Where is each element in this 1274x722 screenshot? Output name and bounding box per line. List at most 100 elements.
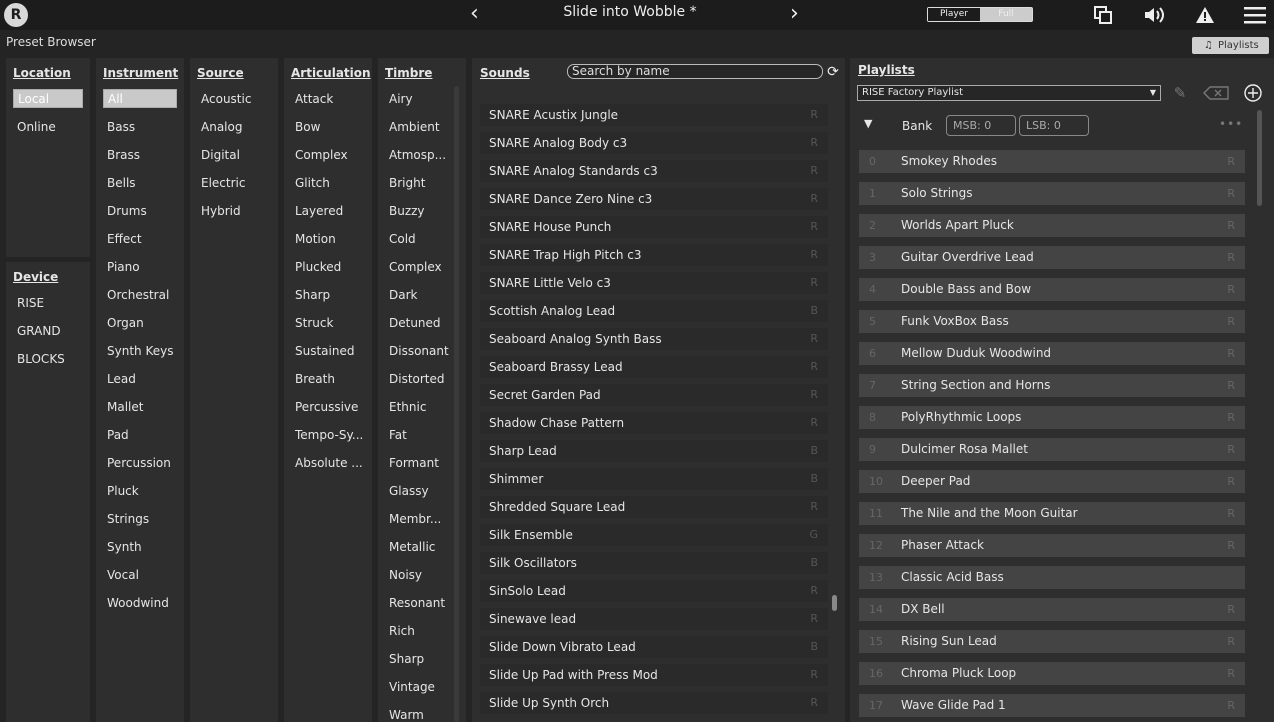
playlist-dropdown[interactable]: RISE Factory Playlist ▼	[857, 85, 1161, 101]
articulation-item[interactable]: Attack	[295, 92, 333, 106]
articulation-item[interactable]: Struck	[295, 316, 333, 330]
timbre-item[interactable]: Glassy	[389, 484, 429, 498]
sound-row[interactable]: Scottish Analog Lead B	[480, 300, 828, 322]
sound-row[interactable]: Sharp Lead B	[480, 440, 828, 462]
source-item[interactable]: Digital	[201, 148, 240, 162]
articulation-item[interactable]: Tempo-Sy...	[295, 428, 363, 442]
timbre-item[interactable]: Detuned	[389, 316, 441, 330]
timbre-item[interactable]: Ambient	[389, 120, 440, 134]
instrument-item[interactable]: Pad	[107, 428, 129, 442]
articulation-item[interactable]: Complex	[295, 148, 348, 162]
msb-field[interactable]: MSB: 0	[946, 115, 1016, 136]
playlists-button[interactable]: ♫ Playlists	[1192, 37, 1269, 54]
articulation-item[interactable]: Bow	[295, 120, 320, 134]
instrument-item[interactable]: Woodwind	[107, 596, 169, 610]
sound-row[interactable]: Slide Up Pad with Press Mod R	[480, 664, 828, 686]
articulation-item[interactable]: Motion	[295, 232, 336, 246]
playlist-row[interactable]: 7 String Section and Horns R	[859, 374, 1245, 397]
lsb-field[interactable]: LSB: 0	[1019, 115, 1089, 136]
warning-icon[interactable]	[1193, 3, 1217, 27]
articulation-item[interactable]: Absolute ...	[295, 456, 363, 470]
playlist-row[interactable]: 11 The Nile and the Moon Guitar R	[859, 502, 1245, 525]
pencil-icon[interactable]: ✎	[1170, 83, 1190, 103]
sound-row[interactable]: Shredded Square Lead R	[480, 496, 828, 518]
articulation-item[interactable]: Plucked	[295, 260, 341, 274]
triangle-down-icon[interactable]: ▼	[864, 117, 872, 130]
sound-row[interactable]: Silk Oscillators B	[480, 552, 828, 574]
playlist-row[interactable]: 3 Guitar Overdrive Lead R	[859, 246, 1245, 269]
playlist-row[interactable]: 9 Dulcimer Rosa Mallet R	[859, 438, 1245, 461]
instrument-item[interactable]: Orchestral	[107, 288, 169, 302]
timbre-item[interactable]: Noisy	[389, 568, 422, 582]
timbre-item[interactable]: Metallic	[389, 540, 435, 554]
timbre-item[interactable]: Complex	[389, 260, 442, 274]
timbre-item[interactable]: Vintage	[389, 680, 435, 694]
instrument-item[interactable]: Bass	[107, 120, 135, 134]
instrument-item[interactable]: Drums	[107, 204, 147, 218]
sound-row[interactable]: SNARE House Punch R	[480, 216, 828, 238]
sound-row[interactable]: SNARE Analog Body c3 R	[480, 132, 828, 154]
playlist-row[interactable]: 2 Worlds Apart Pluck R	[859, 214, 1245, 237]
playlist-row[interactable]: 5 Funk VoxBox Bass R	[859, 310, 1245, 333]
location-item-online[interactable]: Online	[17, 120, 56, 134]
sound-row[interactable]: Slide Down Vibrato Lead B	[480, 636, 828, 658]
articulation-item[interactable]: Glitch	[295, 176, 330, 190]
full-mode-button[interactable]: Full	[980, 8, 1032, 21]
player-mode-button[interactable]: Player	[928, 8, 980, 21]
articulation-item[interactable]: Sharp	[295, 288, 330, 302]
instrument-item[interactable]: Pluck	[107, 484, 139, 498]
instrument-item[interactable]: Bells	[107, 176, 136, 190]
device-item-blocks[interactable]: BLOCKS	[17, 352, 65, 366]
timbre-item[interactable]: Ethnic	[389, 400, 426, 414]
prev-arrow-icon[interactable]: ‹	[470, 3, 479, 25]
articulation-item[interactable]: Percussive	[295, 400, 358, 414]
add-icon[interactable]	[1242, 82, 1264, 104]
instrument-item[interactable]: Brass	[107, 148, 140, 162]
playlist-row[interactable]: 8 PolyRhythmic Loops R	[859, 406, 1245, 429]
instrument-item-all[interactable]: All	[103, 89, 177, 108]
sound-row[interactable]: SNARE Trap High Pitch c3 R	[480, 244, 828, 266]
instrument-item[interactable]: Synth Keys	[107, 344, 173, 358]
playlist-row[interactable]: 4 Double Bass and Bow R	[859, 278, 1245, 301]
sound-row[interactable]: SNARE Dance Zero Nine c3 R	[480, 188, 828, 210]
sound-row[interactable]: Shadow Chase Pattern R	[480, 412, 828, 434]
playlist-row[interactable]: 12 Phaser Attack R	[859, 534, 1245, 557]
playlist-row[interactable]: 15 Rising Sun Lead R	[859, 630, 1245, 653]
sound-row[interactable]: Shimmer B	[480, 468, 828, 490]
source-item[interactable]: Acoustic	[201, 92, 251, 106]
window-icon[interactable]	[1091, 3, 1115, 27]
instrument-item[interactable]: Mallet	[107, 400, 143, 414]
timbre-scrollbar[interactable]	[454, 86, 459, 722]
timbre-item[interactable]: Sharp	[389, 652, 424, 666]
playlist-row[interactable]: 17 Wave Glide Pad 1 R	[859, 694, 1245, 717]
instrument-item[interactable]: Effect	[107, 232, 142, 246]
instrument-item[interactable]: Lead	[107, 372, 136, 386]
sounds-scrollbar[interactable]	[832, 595, 837, 611]
instrument-item[interactable]: Piano	[107, 260, 140, 274]
articulation-item[interactable]: Breath	[295, 372, 335, 386]
playlist-row[interactable]: 14 DX Bell R	[859, 598, 1245, 621]
timbre-item[interactable]: Dark	[389, 288, 417, 302]
timbre-item[interactable]: Warm	[389, 708, 424, 722]
menu-icon[interactable]	[1243, 3, 1267, 27]
instrument-item[interactable]: Synth	[107, 540, 142, 554]
sound-row[interactable]: Seaboard Analog Synth Bass R	[480, 328, 828, 350]
articulation-item[interactable]: Layered	[295, 204, 343, 218]
sound-row[interactable]: SNARE Little Velo c3 R	[480, 272, 828, 294]
source-item[interactable]: Hybrid	[201, 204, 241, 218]
source-item[interactable]: Analog	[201, 120, 242, 134]
mode-toggle[interactable]: Player Full	[927, 7, 1033, 22]
playlist-row[interactable]: 6 Mellow Duduk Woodwind R	[859, 342, 1245, 365]
speaker-icon[interactable]	[1142, 3, 1166, 27]
timbre-item[interactable]: Bright	[389, 176, 425, 190]
articulation-item[interactable]: Sustained	[295, 344, 354, 358]
timbre-item[interactable]: Distorted	[389, 372, 445, 386]
device-item-grand[interactable]: GRAND	[17, 324, 61, 338]
refresh-icon[interactable]: ⟳	[823, 62, 843, 82]
location-item-local[interactable]: Local	[13, 89, 83, 108]
sound-row[interactable]: Sinewave lead R	[480, 608, 828, 630]
timbre-item[interactable]: Resonant	[389, 596, 445, 610]
roli-logo[interactable]: R	[4, 3, 28, 27]
sound-row[interactable]: SNARE Acustix Jungle R	[480, 104, 828, 126]
timbre-item[interactable]: Airy	[389, 92, 413, 106]
